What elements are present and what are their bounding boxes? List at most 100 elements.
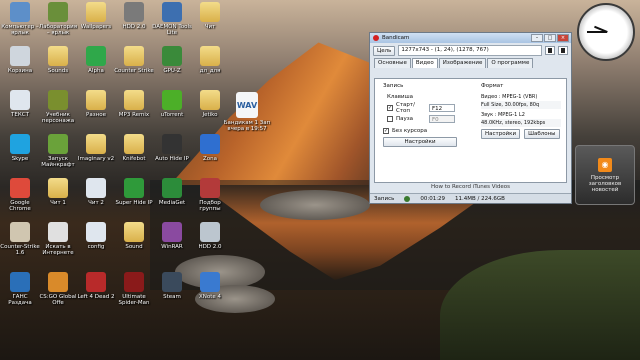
desktop-icon[interactable]: ГАНС Раздача	[0, 272, 40, 316]
record-settings-button[interactable]: Настройки	[383, 137, 457, 147]
desktop-icon[interactable]: Skype	[0, 134, 40, 178]
desktop-icon-label: Чит 1	[50, 200, 66, 206]
format-settings-button[interactable]: Настройки	[481, 129, 521, 139]
desktop-icon[interactable]: Wallpapers	[76, 2, 116, 46]
desktop-icon[interactable]: Counter-Strike 1.6	[0, 222, 40, 266]
no-cursor-checkbox[interactable]: ✓	[383, 128, 389, 134]
desktop-icon-label: Чит	[204, 24, 216, 30]
desktop-icon[interactable]: Zona	[190, 134, 230, 178]
desktop-icon[interactable]: Ultimate Spider-Man	[114, 272, 154, 316]
desktop-icon[interactable]: Super Hide IP	[114, 178, 154, 222]
desktop-icon[interactable]: Корзина	[0, 46, 40, 90]
desktop-icon-label: Counter-Strike 1.6	[0, 244, 40, 256]
desktop-icon[interactable]: XNote 4	[190, 272, 230, 316]
settings-tabs: Основные Видео Изображение О программе	[370, 58, 571, 68]
daemon-icon	[162, 2, 182, 22]
desktop-icon-label: ТЕКСТ	[11, 112, 29, 118]
templates-button[interactable]: Шаблоны	[524, 129, 560, 139]
desktop-icon-label: Super Hide IP	[115, 200, 153, 206]
tab-about[interactable]: О программе	[487, 58, 534, 68]
clock-gadget[interactable]	[577, 3, 635, 61]
desktop-icon[interactable]: MP3 Remix	[114, 90, 154, 134]
desktop-icon[interactable]: uTorrent	[152, 90, 192, 134]
desktop-icon[interactable]: Чит 2	[76, 178, 116, 222]
desktop-icon[interactable]: Knifebot	[114, 134, 154, 178]
desktop-icon[interactable]: HDD 2.0	[114, 2, 154, 46]
desktop-icon[interactable]: дл_для	[190, 46, 230, 90]
hide-ip-icon	[162, 134, 182, 154]
pause-hotkey[interactable]: F0	[429, 115, 455, 123]
record-section-title: Запись	[383, 83, 404, 89]
desktop-icon[interactable]: Запуск Майнкрафт	[38, 134, 78, 178]
desktop-icon[interactable]: MediaGet	[152, 178, 192, 222]
desktop-icon[interactable]: Counter Strike	[114, 46, 154, 90]
desktop-icon[interactable]: Разное	[76, 90, 116, 134]
capture-size-field[interactable]: 1277x743 - (1, 24), (1278, 767)	[398, 45, 542, 56]
video-settings-panel: Запись Клавиша ✓ Старт/Стоп F12 Пауза F0…	[374, 78, 567, 183]
desktop-icon-label: Лаборатория – ярлык	[38, 24, 78, 36]
folder-icon	[200, 2, 220, 22]
desktop-icon-label: HDD 2.0	[122, 24, 146, 30]
record-stop-button[interactable]	[545, 46, 555, 55]
desktop-icon-label: DAEMON Tools Lite	[152, 24, 192, 36]
desktop-icon[interactable]: Подбор группы	[190, 178, 230, 222]
desktop-icon[interactable]: Google Chrome	[0, 178, 40, 222]
tab-video[interactable]: Видео	[411, 58, 438, 68]
user-icon	[10, 272, 30, 292]
status-bar: Запись 00:01:29 11.4MB / 224.6GB	[370, 193, 571, 203]
desktop-icon[interactable]: Left 4 Dead 2	[76, 272, 116, 316]
desktop-icon[interactable]: DAEMON Tools Lite	[152, 2, 192, 46]
desktop-icon[interactable]: Учебник персонажа	[38, 90, 78, 134]
pause-checkbox[interactable]	[387, 116, 393, 122]
alpha-icon	[86, 46, 106, 66]
desktop-icon[interactable]: Sound	[114, 222, 154, 266]
minimize-button[interactable]: –	[531, 34, 543, 42]
start-stop-hotkey[interactable]: F12	[429, 104, 455, 112]
tab-general[interactable]: Основные	[374, 58, 411, 68]
desktop-icon[interactable]: config	[76, 222, 116, 266]
desktop-icon[interactable]: Alpha	[76, 46, 116, 90]
desktop-icon[interactable]: GPU-Z	[152, 46, 192, 90]
rss-label: Просмотр заголовков новостей	[588, 175, 622, 193]
desktop-icon[interactable]: Лаборатория – ярлык	[38, 2, 78, 46]
desktop-icon[interactable]: WinRAR	[152, 222, 192, 266]
desktop-icon[interactable]: Искать в Интернете	[38, 222, 78, 266]
desktop-icon-label: Компьютер – ярлык	[1, 24, 39, 36]
desktop-icon[interactable]: Чит 1	[38, 178, 78, 222]
desktop-icon-label: Подбор группы	[199, 200, 221, 212]
desktop-icon[interactable]: Steam	[152, 272, 192, 316]
tab-image[interactable]: Изображение	[438, 58, 487, 68]
play-icon	[162, 90, 182, 110]
help-link[interactable]: How to Record iTunes Videos	[374, 183, 567, 192]
desktop-icon[interactable]: Sounds	[38, 46, 78, 90]
rss-gadget[interactable]: ◉ Просмотр заголовков новостей	[575, 145, 635, 205]
l4d2-icon	[86, 272, 106, 292]
audio-file-icon: WAV	[236, 92, 258, 118]
desktop-icon-label: uTorrent	[160, 112, 184, 118]
window-titlebar[interactable]: Bandicam – □ ×	[370, 33, 571, 43]
start-stop-checkbox[interactable]: ✓	[387, 105, 393, 111]
bandicam-logo-icon	[373, 35, 379, 41]
desktop-icon[interactable]: Imaginary v2	[76, 134, 116, 178]
desktop-icon-label: дл_для	[199, 68, 221, 74]
wallpaper-rock	[260, 190, 370, 220]
desktop-icon-label: GPU-Z	[163, 68, 181, 74]
desktop-file-card[interactable]: WAV Бандикам 1 Зап вчера в 19:57	[222, 92, 272, 140]
desktop-icon[interactable]: Auto Hide IP	[152, 134, 192, 178]
hotkey-label: Клавиша	[387, 94, 414, 100]
folder-icon	[200, 46, 220, 66]
pause-button[interactable]	[558, 46, 568, 55]
disk-icon	[200, 222, 220, 242]
desktop-icon[interactable]: CS:GO Global Offe	[38, 272, 78, 316]
desktop-icon-label: Искать в Интернете	[42, 244, 74, 256]
target-button[interactable]: Цель	[373, 45, 396, 56]
desktop-icon-label: Left 4 Dead 2	[77, 294, 115, 300]
maximize-button[interactable]: □	[544, 34, 556, 42]
close-button[interactable]: ×	[557, 34, 569, 42]
desktop-icon[interactable]: Компьютер – ярлык	[0, 2, 40, 46]
desktop-icon[interactable]: ТЕКСТ	[0, 90, 40, 134]
window-title: Bandicam	[382, 35, 410, 41]
desktop-icon[interactable]: Чит	[190, 2, 230, 46]
desktop-icon[interactable]: HDD 2.0	[190, 222, 230, 266]
folder-icon	[200, 90, 220, 110]
